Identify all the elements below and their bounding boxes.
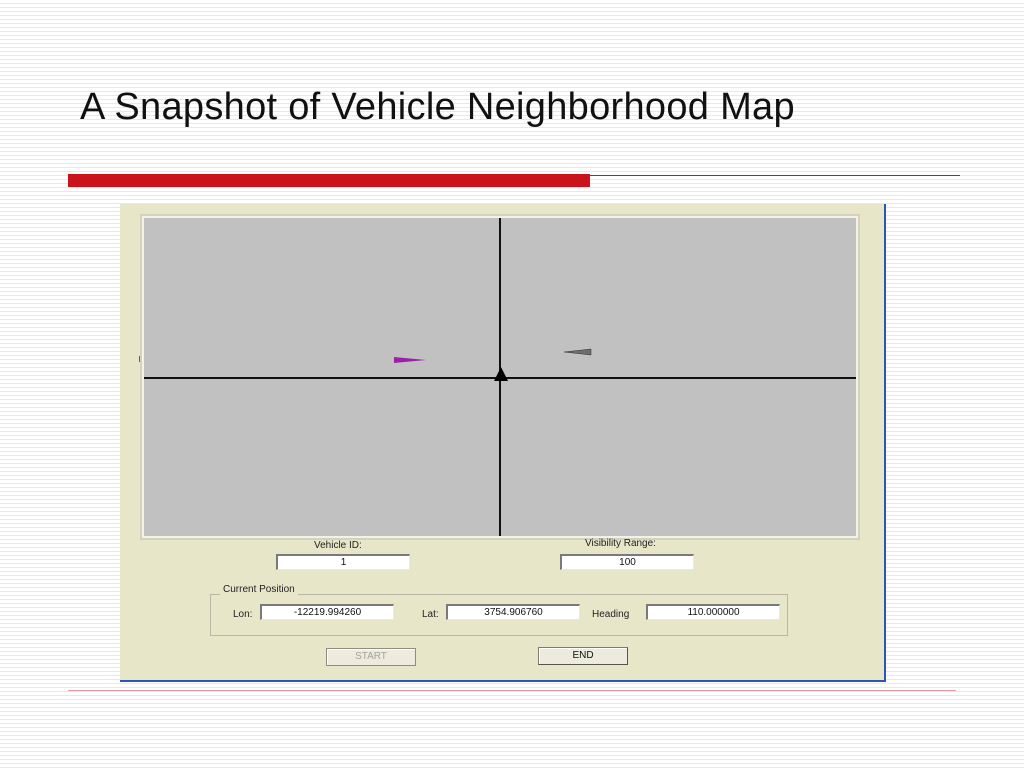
lon-label: Lon: <box>233 609 253 620</box>
self-vehicle-icon <box>494 367 508 381</box>
vehicle-id-label: Vehicle ID: <box>314 540 362 551</box>
map-svg <box>144 218 856 536</box>
current-position-title: Current Position <box>220 584 298 595</box>
bottom-rule <box>68 690 956 691</box>
vehicle-id-field[interactable]: 1 <box>276 554 410 570</box>
heading-field[interactable]: 110.000000 <box>646 604 780 620</box>
start-button[interactable]: START <box>326 648 416 666</box>
end-button[interactable]: END <box>538 647 628 665</box>
lat-field[interactable]: 3754.906760 <box>446 604 580 620</box>
neighbor-vehicle-gray-icon <box>563 348 592 356</box>
map-frame <box>140 214 860 540</box>
title-accent-line <box>590 175 960 176</box>
title-accent-bar <box>68 174 590 187</box>
visibility-range-label: Visibility Range: <box>585 538 656 549</box>
lat-label: Lat: <box>422 609 439 620</box>
neighborhood-map[interactable] <box>144 218 856 536</box>
heading-label: Heading <box>592 609 630 620</box>
visibility-range-field[interactable]: 100 <box>560 554 694 570</box>
lon-field[interactable]: -12219.994260 <box>260 604 394 620</box>
slide-title: A Snapshot of Vehicle Neighborhood Map <box>80 86 795 128</box>
neighbor-vehicle-purple-icon <box>394 357 426 363</box>
app-window: Vehicle ID: 1 Visibility Range: 100 Curr… <box>120 204 886 682</box>
